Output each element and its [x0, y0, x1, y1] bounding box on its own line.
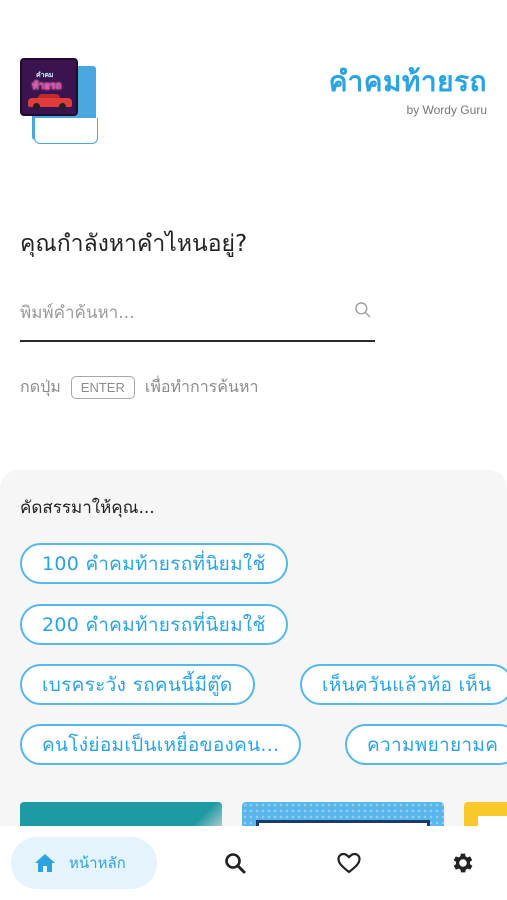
app-subtitle: by Wordy Guru: [406, 103, 487, 117]
logo-car-wheel: [59, 103, 66, 110]
recommend-chip[interactable]: 100 คำคมท้ายรถที่นิยมใช้: [20, 543, 288, 584]
nav-favorites-button[interactable]: [335, 849, 363, 877]
logo-car-wheel: [33, 103, 40, 110]
nav-home-button[interactable]: หน้าหลัก: [11, 837, 157, 889]
hint-prefix: กดปุ่ม: [20, 376, 61, 396]
search-input[interactable]: [20, 296, 340, 330]
search-question: คุณกำลังหาคำไหนอยู่?: [20, 231, 248, 257]
app-logo: คำคม ท้ายรถ: [20, 58, 100, 146]
recommend-chip[interactable]: เบรคระวัง รถคนนี้มีตู๊ด: [20, 664, 255, 705]
search-field: [20, 292, 375, 342]
heart-icon: [337, 852, 361, 874]
recommend-chip[interactable]: ความพยายามค: [345, 724, 507, 765]
hint-suffix: เพื่อทำการค้นหา: [144, 376, 259, 396]
home-icon: [35, 854, 55, 872]
nav-home-label: หน้าหลัก: [69, 854, 126, 872]
app-title: คำคมท้ายรถ: [328, 65, 487, 98]
logo-cover: คำคม ท้ายรถ: [20, 58, 78, 116]
nav-settings-button[interactable]: [449, 849, 477, 877]
logo-text-main: ท้ายรถ: [32, 81, 62, 92]
search-icon[interactable]: [353, 300, 373, 320]
logo-book-page: [34, 118, 98, 144]
recommend-chip[interactable]: เห็นควันแล้วท้อ เห็น: [300, 664, 507, 705]
recommend-chip[interactable]: 200 คำคมท้ายรถที่นิยมใช้: [20, 604, 288, 645]
gear-icon: [453, 853, 473, 873]
search-hint: กดปุ่ม ENTER เพื่อทำการค้นหา: [20, 372, 258, 402]
recommend-title: คัดสรรมาให้คุณ...: [20, 498, 155, 518]
recommend-chip[interactable]: คนโง่ย่อมเป็นเหยื่อของคน...: [20, 724, 302, 765]
enter-key-badge: ENTER: [70, 375, 135, 399]
bottom-nav: หน้าหลัก: [0, 826, 507, 900]
nav-search-button[interactable]: [221, 849, 249, 877]
search-icon: [225, 853, 246, 874]
